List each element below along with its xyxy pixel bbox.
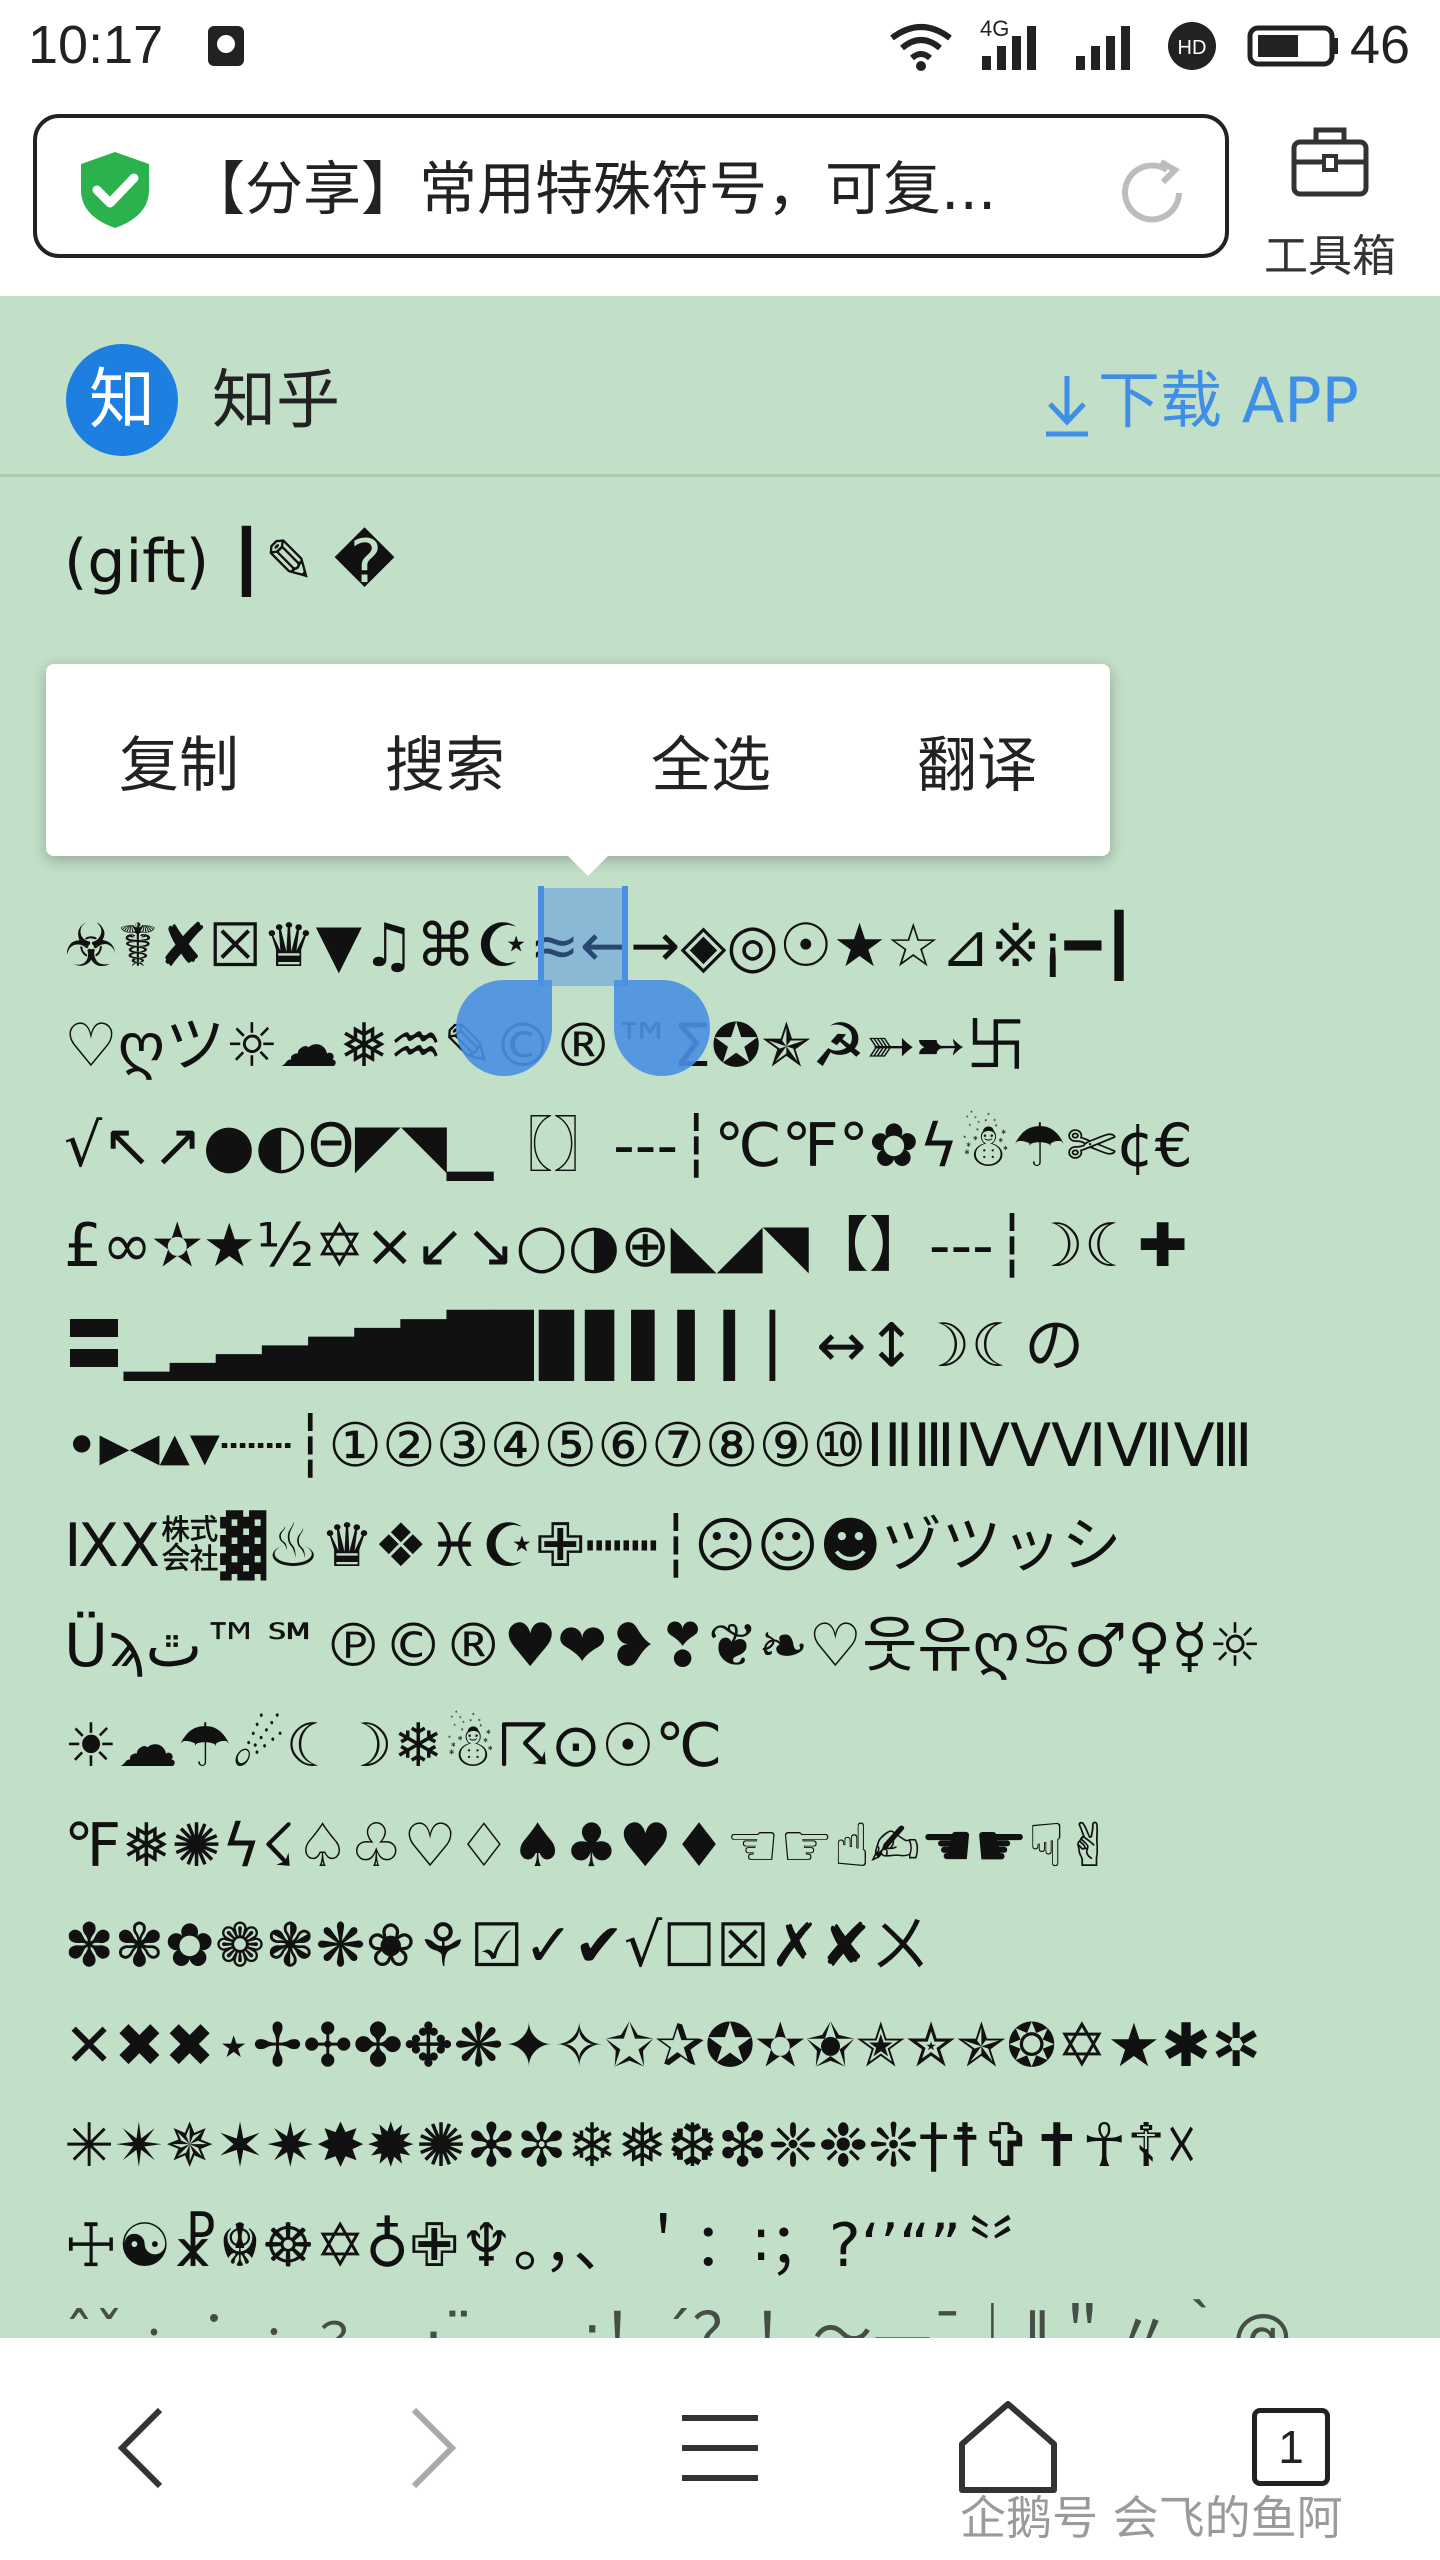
symbol-line: ˆˇ﹕︰﹔﹖﹑·¨….¸;！´？！～—ˉ｜‖＂〃｀@ [64, 2301, 1293, 2338]
back-icon[interactable] [82, 2388, 202, 2508]
status-bar: 10:17 4G HD 46 [0, 0, 1440, 96]
forward-icon[interactable] [372, 2388, 492, 2508]
symbol-line: ℉❅✺ϟ☇♤♧♡♢♠♣♥♦☜☞☝✍☚☛☟✌ [64, 1811, 1115, 1881]
symbol-line: ✽✾✿❁❃❋❀⚘☑✓✔√☐☒✗✘ㄨ [64, 1911, 931, 1981]
symbol-line: 〓▁▂▃▄▅▆▇█▉▊▋▌▍▎▏↔↕☽☾の [64, 1311, 1085, 1381]
site-header: 知 知乎 下载 APP [0, 296, 1440, 477]
selection-handle-right[interactable] [614, 980, 710, 1076]
symbol-line: ☀☁☂☄☾☽❄☃☈⊙☉℃ [64, 1711, 723, 1781]
symbol-line: £∞✫★½✡×↙↘○◑⊕◣◢◥【】---┆☽☾✚ [64, 1211, 1188, 1281]
download-app-link[interactable]: 下载 APP [1042, 346, 1359, 456]
battery-icon [1247, 25, 1338, 67]
menu-pointer [566, 854, 610, 876]
status-time: 10:17 [28, 15, 164, 75]
selection-handle-left[interactable] [456, 980, 552, 1076]
symbol-line: ⅨⅩ㍿▓♨♛❖♓☪✙┉┉┆☹☺☻ヅツッシ [64, 1511, 1122, 1581]
svg-text:HD: HD [1178, 37, 1207, 59]
symbol-line: ✳✴✵✶✷✸✹✺✻✼❄❅❆❇❈❉❊†☨✞✝☥☦☓ [64, 2111, 1198, 2181]
symbol-line: ☩☯☧☬☸✡♁✙♆。，、＇：∶；?‘’“”〝〞 [64, 2211, 1052, 2281]
menu-search[interactable]: 搜索 [365, 717, 525, 804]
watermark-text: 企鹅号 会飞的鱼阿 [960, 2491, 1343, 2545]
symbol-line: (gift) ┃✎ � [64, 527, 396, 597]
reload-icon[interactable] [1113, 154, 1191, 232]
menu-copy[interactable]: 复制 [99, 717, 259, 804]
hd-icon: HD [1168, 22, 1216, 70]
selection-handle-right-stem [622, 886, 628, 986]
menu-icon[interactable] [660, 2388, 780, 2508]
battery-level: 46 [1350, 15, 1411, 75]
symbol-line: ♡ღツ☼☁❅♒✎©®™Σ✪✯☭➳➸卐 [64, 998, 1384, 1094]
browser-bottom-bar: 1 企鹅号 会飞的鱼阿 [0, 2338, 1440, 2560]
text-selection [540, 888, 626, 986]
security-shield-icon [81, 152, 149, 228]
page-title-url[interactable]: 【分享】常用特殊符号，可复... [187, 144, 1087, 234]
tabs-button[interactable]: 1 [1252, 2408, 1330, 2486]
signal-icon-sim2 [1076, 26, 1130, 70]
address-bar[interactable]: 【分享】常用特殊符号，可复... [33, 114, 1229, 258]
menu-select-all[interactable]: 全选 [631, 717, 791, 804]
toolbox-button[interactable]: 工具箱 [1250, 110, 1410, 282]
text-context-menu: 复制 搜索 全选 翻译 [46, 664, 1110, 876]
symbol-line: √↖↗●◐Θ◤◥▁〖〗---┆℃℉°✿ϟ☃☂✄¢€ [64, 1111, 1193, 1181]
toolbox-icon [1291, 127, 1369, 197]
toolbox-label: 工具箱 [1264, 231, 1396, 282]
zhihu-logo[interactable]: 知 [66, 344, 178, 456]
menu-translate[interactable]: 翻译 [897, 717, 1057, 804]
wifi-icon [890, 24, 952, 71]
download-app-label: 下载 APP [1098, 364, 1359, 437]
download-icon [1046, 375, 1088, 437]
site-name: 知乎 [212, 364, 340, 438]
symbol-line: Üϡﭢ™℠℗©®♥❤❥❣❦❧♡웃유ღ♋♂♀☿☼ [64, 1611, 1262, 1681]
notification-icon [208, 26, 244, 66]
symbol-line: ☣☤✘☒♛▼♫⌘☪≈←→◈◎☉★☆⊿※¡━┃ [64, 911, 1138, 981]
selection-handle-left-stem [538, 886, 544, 986]
browser-toolbar: 【分享】常用特殊符号，可复... 工具箱 [0, 96, 1440, 296]
signal-icon-sim1 [982, 26, 1036, 70]
symbol-line: ✕✖✖⋆✢✣✤✥❋✦✧✩✰✪✫✬✭✮✯❂✡★✱✲ [64, 2011, 1262, 2081]
symbol-line: •▸◂▴▾┈┈┆①②③④⑤⑥⑦⑧⑨⑩ⅠⅡⅢⅣⅤⅥⅦⅧ [64, 1411, 1253, 1481]
